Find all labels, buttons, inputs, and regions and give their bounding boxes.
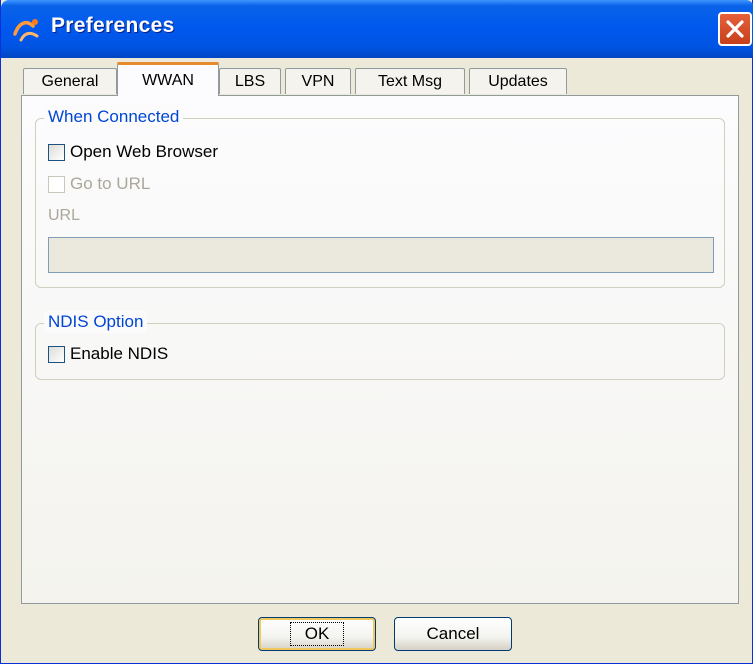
checkbox-box	[48, 175, 65, 193]
go-to-url-label: Go to URL	[70, 174, 151, 193]
url-input[interactable]	[48, 237, 714, 273]
tab-vpn[interactable]: VPN	[285, 68, 351, 94]
tab-text-msg[interactable]: Text Msg	[355, 68, 465, 94]
open-web-browser-checkbox[interactable]: Open Web Browser	[48, 142, 218, 162]
enable-ndis-checkbox[interactable]: Enable NDIS	[48, 344, 168, 364]
ndis-option-group: NDIS Option Enable NDIS	[35, 311, 725, 380]
close-icon	[726, 20, 744, 38]
tab-wwan[interactable]: WWAN	[117, 62, 219, 96]
signal-wave-icon	[13, 19, 39, 42]
close-button[interactable]	[718, 12, 752, 46]
cancel-button[interactable]: Cancel	[394, 617, 512, 651]
go-to-url-checkbox: Go to URL	[48, 174, 150, 194]
url-label: URL	[48, 207, 81, 224]
enable-ndis-label: Enable NDIS	[70, 344, 169, 363]
tab-updates[interactable]: Updates	[469, 68, 567, 94]
title-bar[interactable]: Preferences	[1, 0, 753, 58]
open-web-browser-label: Open Web Browser	[70, 142, 219, 161]
ndis-option-legend: NDIS Option	[44, 311, 148, 333]
preferences-window: Preferences General WWAN LBS VPN Text Ms…	[0, 0, 753, 664]
wwan-tab-panel: When Connected Open Web Browser Go to UR…	[21, 95, 739, 604]
tab-lbs[interactable]: LBS	[219, 68, 281, 94]
checkbox-box[interactable]	[48, 345, 65, 363]
ok-button[interactable]: OK	[258, 617, 376, 651]
when-connected-legend: When Connected	[44, 106, 184, 128]
checkbox-box[interactable]	[48, 143, 65, 161]
tab-general[interactable]: General	[23, 68, 117, 94]
ok-button-label: OK	[289, 622, 345, 646]
window-title: Preferences	[51, 14, 175, 37]
when-connected-group: When Connected Open Web Browser Go to UR…	[35, 106, 725, 288]
